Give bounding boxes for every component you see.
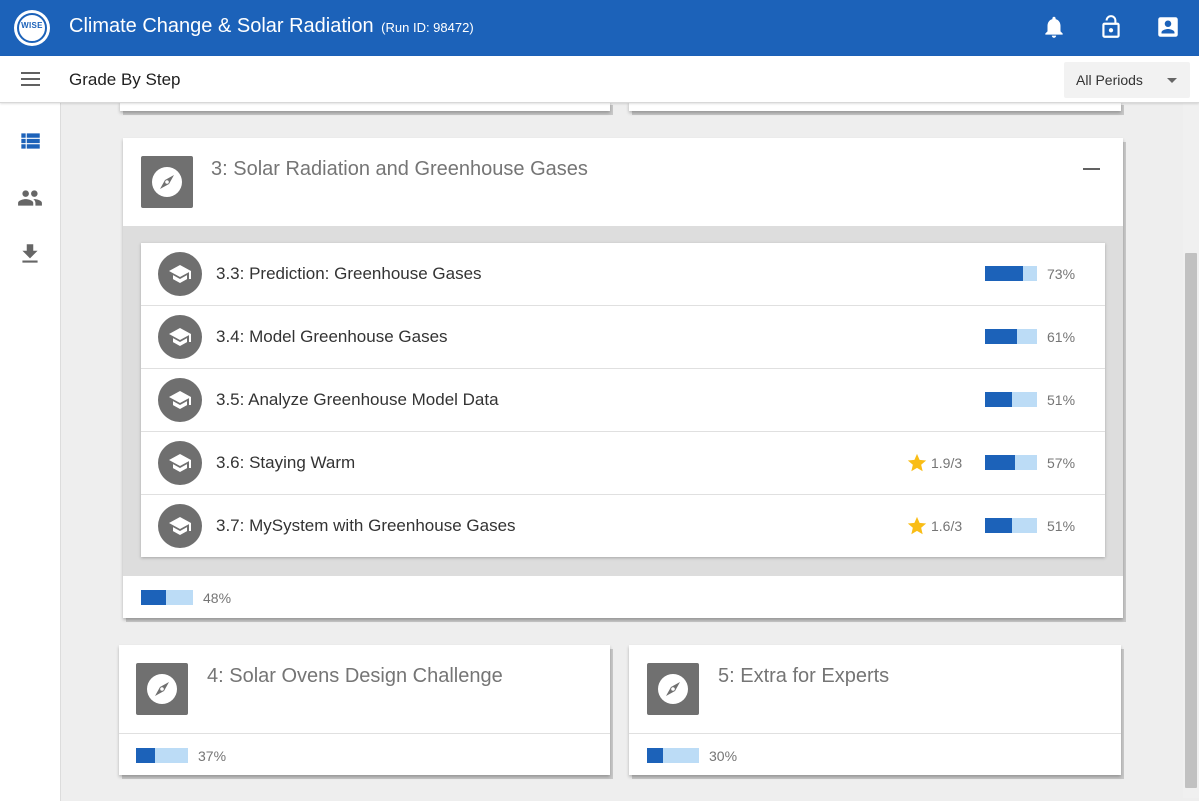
step-score-value: 1.9/3: [931, 455, 963, 471]
list-view-icon[interactable]: [17, 128, 43, 154]
school-icon: [169, 328, 191, 346]
step-progress-label: 51%: [1047, 518, 1076, 534]
lesson-progress-label: 37%: [198, 748, 227, 764]
lesson-icon: [136, 663, 188, 715]
school-icon: [169, 391, 191, 409]
step-progress-bar: [985, 329, 1037, 344]
period-select[interactable]: All Periods: [1064, 62, 1190, 98]
lesson-title: 4: Solar Ovens Design Challenge: [207, 665, 503, 687]
step-title: 3.7: MySystem with Greenhouse Gases: [216, 516, 516, 535]
side-nav: [0, 103, 61, 801]
school-icon: [169, 517, 191, 535]
step-list: 3.3: Prediction: Greenhouse Gases 73% 3.…: [141, 243, 1105, 557]
step-title: 3.5: Analyze Greenhouse Model Data: [216, 390, 499, 409]
previous-lesson-card[interactable]: [120, 103, 610, 111]
step-score-value: 1.6/3: [931, 518, 963, 534]
collapse-icon[interactable]: [1083, 168, 1100, 170]
lesson-icon: [647, 663, 699, 715]
step-title: 3.4: Model Greenhouse Gases: [216, 327, 448, 346]
compass-icon: [152, 167, 182, 197]
menu-icon[interactable]: [19, 69, 43, 89]
step-icon: [158, 315, 202, 359]
star-icon: [907, 516, 927, 535]
lesson-progress-bar: [647, 748, 699, 763]
step-row[interactable]: 3.5: Analyze Greenhouse Model Data 51%: [141, 369, 1105, 432]
step-progress-bar: [985, 392, 1037, 407]
lesson-progress-bar: [136, 748, 188, 763]
compass-icon: [658, 674, 688, 704]
step-icon: [158, 504, 202, 548]
step-title: 3.6: Staying Warm: [216, 453, 356, 472]
lesson-card-expanded[interactable]: 3: Solar Radiation and Greenhouse Gases …: [123, 138, 1123, 618]
step-list-panel: 3.3: Prediction: Greenhouse Gases 73% 3.…: [123, 226, 1123, 576]
step-progress-label: 61%: [1047, 329, 1076, 345]
page-title: Grade By Step: [69, 70, 181, 89]
step-row[interactable]: 3.3: Prediction: Greenhouse Gases 73%: [141, 243, 1105, 306]
step-icon: [158, 378, 202, 422]
app-header: WISE Climate Change & Solar Radiation (R…: [0, 0, 1199, 56]
card-divider: [119, 733, 610, 734]
step-score: 1.9/3: [906, 451, 972, 475]
previous-lesson-card[interactable]: [629, 103, 1121, 111]
bell-icon[interactable]: [1041, 14, 1067, 40]
download-icon[interactable]: [17, 241, 43, 267]
account-box-icon[interactable]: [1155, 14, 1181, 40]
step-progress-bar: [985, 455, 1037, 470]
step-row[interactable]: 3.7: MySystem with Greenhouse Gases 1.6/…: [141, 495, 1105, 558]
step-icon: [158, 252, 202, 296]
app-title: Climate Change & Solar Radiation (Run ID…: [69, 15, 474, 38]
lesson-title: 3: Solar Radiation and Greenhouse Gases: [211, 158, 588, 180]
lesson-card[interactable]: 4: Solar Ovens Design Challenge 37%: [119, 645, 610, 775]
step-row[interactable]: 3.6: Staying Warm 1.9/3 57%: [141, 432, 1105, 495]
step-progress-bar: [985, 518, 1037, 533]
card-divider: [629, 733, 1121, 734]
step-row[interactable]: 3.4: Model Greenhouse Gases 61%: [141, 306, 1105, 369]
period-select-value: All Periods: [1076, 72, 1143, 88]
project-title: Climate Change & Solar Radiation: [69, 15, 374, 37]
lesson-title: 5: Extra for Experts: [718, 665, 890, 687]
scrollbar-thumb[interactable]: [1185, 253, 1197, 788]
step-progress-label: 57%: [1047, 455, 1076, 471]
compass-icon: [147, 674, 177, 704]
lesson-progress-label: 48%: [203, 590, 232, 606]
step-progress-label: 73%: [1047, 266, 1076, 282]
view-toolbar: Grade By Step All Periods: [0, 56, 1199, 103]
step-progress-bar: [985, 266, 1037, 281]
lesson-progress-bar: [141, 590, 193, 605]
step-icon: [158, 441, 202, 485]
lesson-card[interactable]: 5: Extra for Experts 30%: [629, 645, 1121, 775]
star-icon: [907, 453, 927, 472]
step-progress-label: 51%: [1047, 392, 1076, 408]
step-title: 3.3: Prediction: Greenhouse Gases: [216, 264, 482, 283]
run-id: (Run ID: 98472): [381, 20, 474, 35]
step-score: 1.6/3: [906, 514, 972, 538]
chevron-down-icon: [1167, 78, 1177, 83]
school-icon: [169, 454, 191, 472]
scrollbar[interactable]: [1183, 103, 1199, 798]
school-icon: [169, 265, 191, 283]
lesson-icon: [141, 156, 193, 208]
lock-icon[interactable]: [1098, 14, 1124, 40]
wise-logo[interactable]: WISE: [14, 10, 50, 46]
lesson-progress-label: 30%: [709, 748, 738, 764]
people-icon[interactable]: [17, 185, 43, 211]
grade-by-step-content: 3: Solar Radiation and Greenhouse Gases …: [61, 103, 1183, 798]
